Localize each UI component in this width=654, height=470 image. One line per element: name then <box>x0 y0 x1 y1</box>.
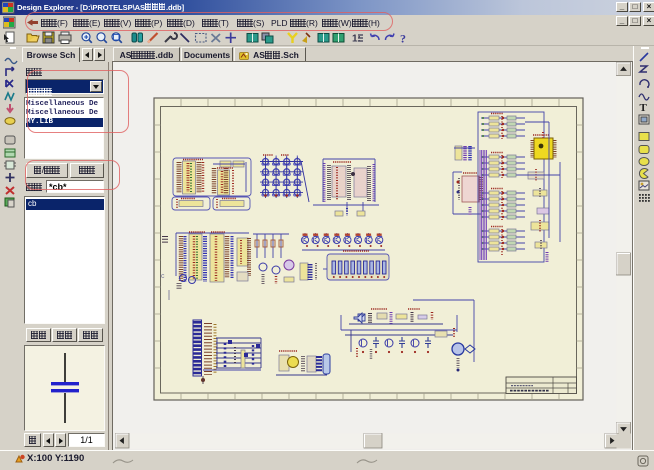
svg-text:?: ? <box>400 32 406 46</box>
svg-text:T: T <box>640 102 648 114</box>
svg-text:c: c <box>161 273 165 280</box>
